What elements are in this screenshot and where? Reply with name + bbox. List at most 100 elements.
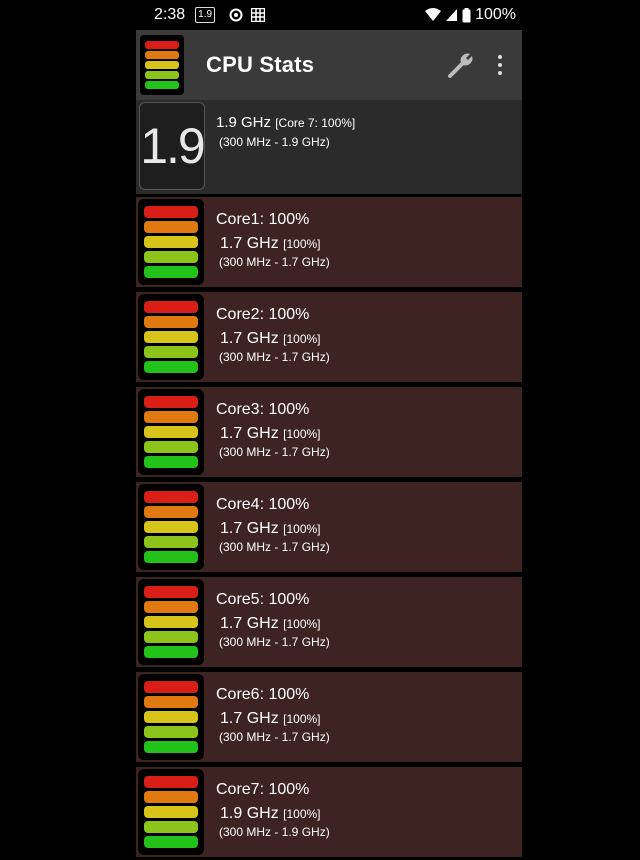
meter-bar — [144, 491, 198, 503]
logo-bar — [145, 41, 179, 49]
core-range: (300 MHz - 1.7 GHz) — [219, 730, 330, 744]
meter-bar — [144, 836, 198, 848]
core-name: Core4: 100% — [216, 496, 310, 513]
core-text: Core2: 100% 1.7 GHz [100%] (300 MHz - 1.7 … — [216, 292, 330, 382]
core-load-meter — [138, 199, 204, 285]
core-frequency: 1.7 GHz — [220, 330, 279, 347]
core-percent: [100%] — [283, 807, 321, 821]
status-bar: 2:38 1.9 100% — [136, 0, 522, 30]
summary-panel: 1.9 1.9 GHz [Core 7: 100%] (300 MHz - 1.… — [136, 100, 522, 194]
meter-bar — [144, 221, 198, 233]
meter-bar — [144, 711, 198, 723]
app-logo-icon — [140, 35, 184, 95]
battery-icon — [462, 7, 471, 22]
core-load-meter — [138, 294, 204, 380]
core-load-meter — [138, 769, 204, 855]
meter-bar — [144, 521, 198, 533]
core-list: Core1: 100% 1.7 GHz [100%] (300 MHz - 1.7 … — [136, 197, 522, 857]
core-frequency: 1.7 GHz — [220, 615, 279, 632]
meter-bar — [144, 631, 198, 643]
core-range: (300 MHz - 1.9 GHz) — [219, 825, 330, 839]
meter-bar — [144, 741, 198, 753]
core-range: (300 MHz - 1.7 GHz) — [219, 635, 330, 649]
meter-bar — [144, 301, 198, 313]
grid-icon — [251, 8, 266, 22]
summary-core-note: [Core 7: 100%] — [275, 116, 356, 130]
meter-bar — [144, 426, 198, 438]
core-percent: [100%] — [283, 522, 321, 536]
summary-text: 1.9 GHz [Core 7: 100%] (300 MHz - 1.9 GH… — [216, 100, 355, 194]
meter-bar — [144, 206, 198, 218]
meter-bar — [144, 396, 198, 408]
phone-screen: 2:38 1.9 100% CPU Stats 1.9 1.9 GHz [Cor… — [136, 0, 522, 860]
meter-bar — [144, 251, 198, 263]
core-range: (300 MHz - 1.7 GHz) — [219, 540, 330, 554]
battery-percent: 100% — [475, 6, 516, 23]
data-saver-icon — [229, 8, 243, 22]
meter-bar — [144, 506, 198, 518]
core-text: Core3: 100% 1.7 GHz [100%] (300 MHz - 1.7 … — [216, 387, 330, 477]
meter-bar — [144, 821, 198, 833]
meter-bar — [144, 266, 198, 278]
cpu-badge: 1.9 — [195, 7, 216, 23]
core-name: Core2: 100% — [216, 306, 310, 323]
overflow-menu-icon[interactable] — [490, 53, 510, 77]
wifi-icon — [425, 8, 442, 21]
meter-bar — [144, 316, 198, 328]
core-percent: [100%] — [283, 332, 321, 346]
meter-bar — [144, 236, 198, 248]
core-frequency: 1.9 GHz — [220, 805, 279, 822]
core-row[interactable]: Core5: 100% 1.7 GHz [100%] (300 MHz - 1.7 … — [136, 577, 522, 667]
logo-bar — [145, 51, 179, 59]
core-percent: [100%] — [283, 427, 321, 441]
status-time: 2:38 — [154, 6, 186, 23]
meter-bar — [144, 681, 198, 693]
core-load-meter — [138, 674, 204, 760]
signal-icon — [446, 9, 458, 21]
meter-bar — [144, 361, 198, 373]
core-load-meter — [138, 389, 204, 475]
core-percent: [100%] — [283, 617, 321, 631]
core-row[interactable]: Core1: 100% 1.7 GHz [100%] (300 MHz - 1.7 … — [136, 197, 522, 287]
core-percent: [100%] — [283, 237, 321, 251]
meter-bar — [144, 791, 198, 803]
app-title: CPU Stats — [206, 52, 315, 77]
core-row[interactable]: Core6: 100% 1.7 GHz [100%] (300 MHz - 1.7 … — [136, 672, 522, 762]
meter-bar — [144, 331, 198, 343]
meter-bar — [144, 586, 198, 598]
summary-frequency: 1.9 GHz — [216, 114, 272, 131]
meter-bar — [144, 456, 198, 468]
core-frequency: 1.7 GHz — [220, 425, 279, 442]
core-frequency: 1.7 GHz — [220, 235, 279, 252]
core-percent: [100%] — [283, 712, 321, 726]
core-row[interactable]: Core7: 100% 1.9 GHz [100%] (300 MHz - 1.9 … — [136, 767, 522, 857]
core-name: Core1: 100% — [216, 211, 310, 228]
logo-bar — [145, 61, 179, 69]
core-name: Core3: 100% — [216, 401, 310, 418]
core-range: (300 MHz - 1.7 GHz) — [219, 445, 330, 459]
core-name: Core6: 100% — [216, 686, 310, 703]
meter-bar — [144, 806, 198, 818]
core-range: (300 MHz - 1.7 GHz) — [219, 350, 330, 364]
core-text: Core4: 100% 1.7 GHz [100%] (300 MHz - 1.7 … — [216, 482, 330, 572]
meter-bar — [144, 346, 198, 358]
meter-bar — [144, 441, 198, 453]
core-load-meter — [138, 484, 204, 570]
app-bar: CPU Stats — [136, 30, 522, 100]
meter-bar — [144, 776, 198, 788]
core-row[interactable]: Core3: 100% 1.7 GHz [100%] (300 MHz - 1.7 … — [136, 387, 522, 477]
core-row[interactable]: Core4: 100% 1.7 GHz [100%] (300 MHz - 1.7 … — [136, 482, 522, 572]
core-text: Core1: 100% 1.7 GHz [100%] (300 MHz - 1.7 … — [216, 197, 330, 287]
core-frequency: 1.7 GHz — [220, 710, 279, 727]
wrench-icon[interactable] — [446, 50, 476, 80]
meter-bar — [144, 726, 198, 738]
core-row[interactable]: Core2: 100% 1.7 GHz [100%] (300 MHz - 1.7 … — [136, 292, 522, 382]
summary-range: (300 MHz - 1.9 GHz) — [219, 135, 330, 149]
meter-bar — [144, 646, 198, 658]
big-frequency-display: 1.9 — [139, 102, 206, 190]
logo-bar — [145, 81, 179, 89]
core-range: (300 MHz - 1.7 GHz) — [219, 255, 330, 269]
core-frequency: 1.7 GHz — [220, 520, 279, 537]
logo-bar — [145, 71, 179, 79]
core-load-meter — [138, 579, 204, 665]
